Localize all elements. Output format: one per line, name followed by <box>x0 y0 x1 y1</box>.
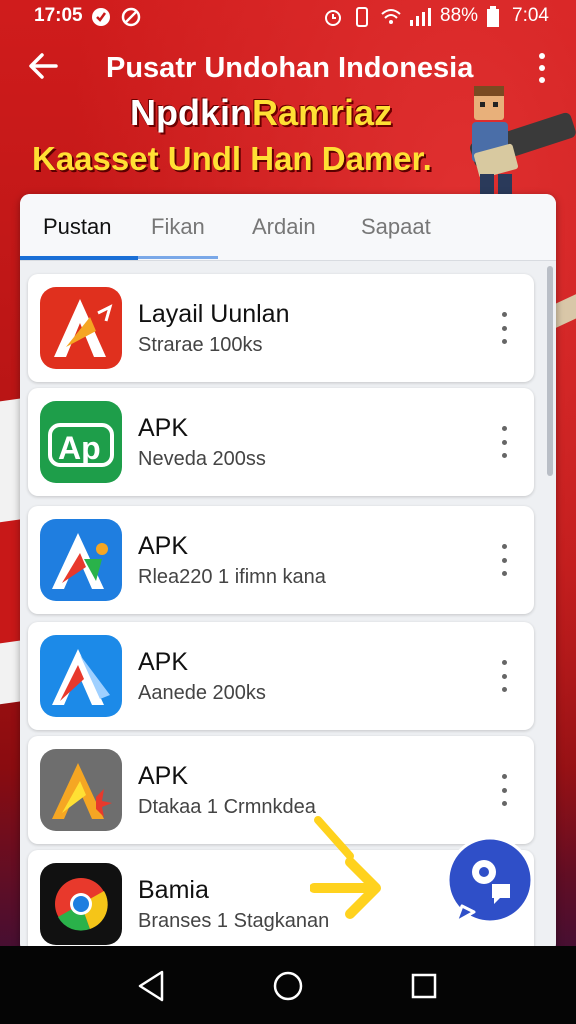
app-name: APK <box>138 648 189 676</box>
tab-pustan[interactable]: Pustan <box>43 214 112 240</box>
list-item[interactable]: Ap APK Neveda 200ss <box>28 388 534 496</box>
arrow-left-icon <box>29 53 58 79</box>
list-item[interactable]: Layail Uunlan Strarae 100ks <box>28 274 534 382</box>
app-name: Bamia <box>138 876 209 904</box>
active-tab-indicator <box>20 256 138 260</box>
notification-icon <box>90 6 112 33</box>
battery-level: 88% <box>440 5 479 26</box>
item-overflow-button[interactable] <box>500 312 508 344</box>
promo-subheadline: Kaasset Undl Han Damer. <box>32 140 432 177</box>
list-item[interactable]: APK Dtakaa 1 Crmnkdea <box>28 736 534 844</box>
app-name: APK <box>138 532 189 560</box>
circle-home-icon <box>273 971 303 1001</box>
nav-recents-button[interactable] <box>404 966 444 1006</box>
app-name: APK <box>138 414 189 442</box>
app-subtitle: Branses 1 Stagkanan <box>138 910 330 932</box>
scrollbar[interactable] <box>547 266 553 476</box>
battery-icon <box>486 6 500 33</box>
item-overflow-button[interactable] <box>500 544 508 576</box>
mascot-illustration <box>469 86 576 200</box>
app-subtitle: Neveda 200ss <box>138 448 266 470</box>
tab-fikan[interactable]: Fikan <box>151 214 205 240</box>
status-clock: 7:04 <box>512 5 549 26</box>
app-subtitle: Dtakaa 1 Crmnkdea <box>138 796 316 818</box>
promo-headline-yellow: Ramriaz <box>252 92 393 133</box>
status-bar: 17:05 88% 7:04 <box>0 0 576 32</box>
red-a-icon <box>40 287 122 369</box>
item-overflow-button[interactable] <box>500 426 508 458</box>
back-button[interactable] <box>26 48 66 88</box>
item-overflow-button[interactable] <box>500 774 508 806</box>
list-item[interactable]: APK Aanede 200ks <box>28 622 534 730</box>
triangle-back-icon <box>138 970 164 1002</box>
signal-icon <box>408 6 432 33</box>
page-title: Pusatr Undohan Indonesia <box>106 52 474 84</box>
tool-icon <box>120 6 142 33</box>
blue-triangle-a-icon <box>40 635 122 717</box>
app-subtitle: Aanede 200ks <box>138 682 266 704</box>
app-name: APK <box>138 762 189 790</box>
promo-headline-white: Npdkin <box>130 92 252 133</box>
blue-a-icon <box>40 519 122 601</box>
arrow-right-icon <box>310 816 381 919</box>
list-item[interactable]: APK Rlea220 1 ifimn kana <box>28 506 534 614</box>
wifi-icon <box>380 6 402 33</box>
app-subtitle: Strarae 100ks <box>138 334 263 356</box>
nav-home-button[interactable] <box>268 966 308 1006</box>
vibrate-icon <box>352 6 372 33</box>
chat-bubble-icon <box>446 836 534 924</box>
system-nav-bar <box>0 946 576 1024</box>
chat-fab-button[interactable] <box>444 836 536 928</box>
status-time: 17:05 <box>34 5 83 26</box>
app-subtitle: Rlea220 1 ifimn kana <box>138 566 326 588</box>
app-name: Layail Uunlan <box>138 300 290 328</box>
promo-headline: NpdkinRamriaz <box>130 92 392 134</box>
square-recents-icon <box>411 973 437 999</box>
chrome-icon <box>40 863 122 945</box>
nav-back-button[interactable] <box>132 966 172 1006</box>
green-ap-icon: Ap <box>40 401 122 483</box>
tab-sapaat[interactable]: Sapaat <box>361 214 431 240</box>
svg-text:Ap: Ap <box>58 430 101 466</box>
tab-indicator-secondary <box>138 256 218 259</box>
tab-bar: Pustan Fikan Ardain Sapaat <box>20 194 556 261</box>
item-overflow-button[interactable] <box>500 660 508 692</box>
alarm-icon <box>322 6 344 33</box>
gray-a-icon <box>40 749 122 831</box>
tab-ardain[interactable]: Ardain <box>252 214 316 240</box>
